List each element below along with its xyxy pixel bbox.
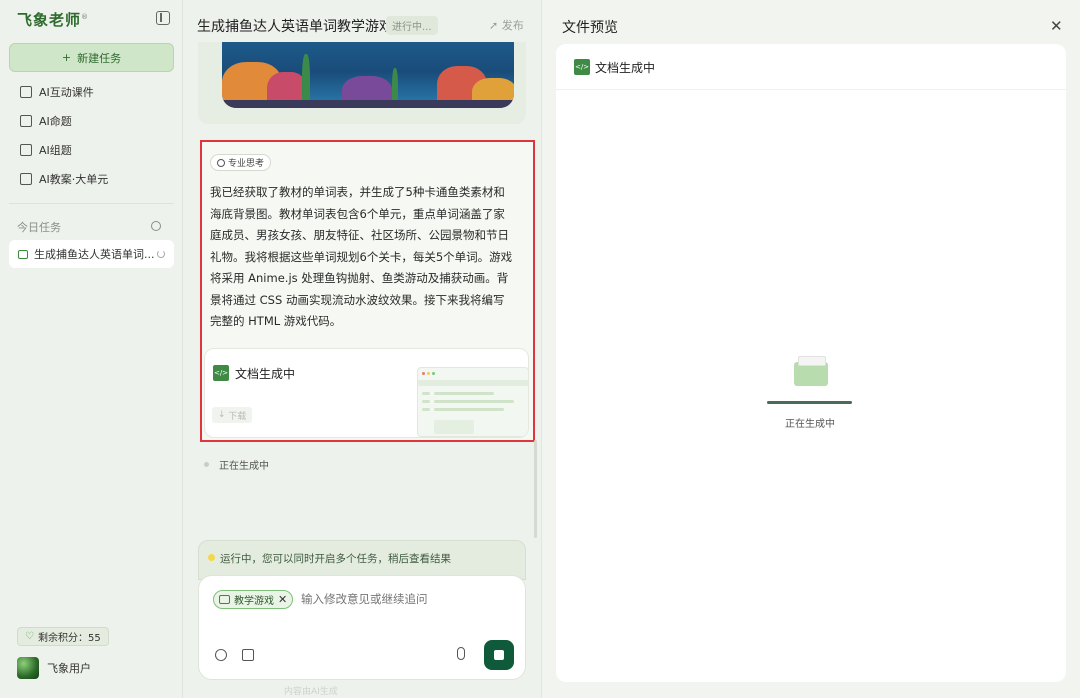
image-upload-icon[interactable] xyxy=(242,649,254,661)
nav-item-ai-question[interactable]: AI命题 xyxy=(20,112,72,130)
preview-header: </> 文档生成中 xyxy=(556,44,1066,90)
nav-item-ai-lesson-plan[interactable]: AI教案·大单元 xyxy=(20,170,108,188)
image-icon xyxy=(20,144,32,156)
download-icon: ↓ xyxy=(218,410,229,420)
chat-icon xyxy=(18,249,28,259)
game-tag-chip[interactable]: 教学游戏 ✕ xyxy=(213,590,294,609)
gamepad-icon xyxy=(219,595,230,604)
chat-panel: 生成捕鱼达人英语单词教学游戏 进行中... ➚ 发布 专业思考 我已经获取了教材… xyxy=(184,0,540,698)
code-file-icon: </> xyxy=(213,365,229,381)
remove-tag-icon[interactable]: ✕ xyxy=(278,593,287,606)
document-card-title: 文档生成中 xyxy=(235,367,296,381)
publish-button[interactable]: ➚ 发布 xyxy=(489,17,524,33)
avatar xyxy=(17,657,39,679)
preview-card: </> 文档生成中 正在生成中 xyxy=(556,44,1066,682)
task-item-label: 生成捕鱼达人英语单词... xyxy=(34,248,155,261)
running-banner: 运行中，您可以同时开启多个任务，稍后查看结果 xyxy=(198,540,526,580)
sidebar: 飞象老师® + 新建任务 AI互动课件 AI命题 AI组题 AI教案·大单元 今… xyxy=(0,0,183,698)
download-button[interactable]: ↓ 下载 xyxy=(212,407,253,423)
brand-logo: 飞象老师® xyxy=(17,11,90,29)
list-icon xyxy=(20,115,32,127)
search-icon[interactable] xyxy=(151,221,161,231)
close-icon[interactable]: ✕ xyxy=(1050,17,1063,35)
preview-title: 文件预览 xyxy=(562,20,618,36)
plus-icon: + xyxy=(61,51,72,64)
folder-icon xyxy=(794,356,828,386)
collapse-sidebar-icon[interactable] xyxy=(156,11,170,25)
preview-doc-title: 文档生成中 xyxy=(595,61,656,75)
ai-disclaimer: 内容由AI生成 xyxy=(284,687,338,697)
nav-item-ai-compose[interactable]: AI组题 xyxy=(20,141,72,159)
credits-badge: ♡ 剩余积分：55 xyxy=(17,627,109,646)
pro-thinking-badge: 专业思考 xyxy=(210,154,272,171)
user-profile[interactable]: 飞象用户 xyxy=(17,657,91,679)
stop-button[interactable] xyxy=(484,640,514,670)
document-card[interactable]: </> 文档生成中 ↓ 下载 xyxy=(204,348,529,438)
user-name: 飞象用户 xyxy=(47,662,91,675)
today-tasks-label: 今日任务 xyxy=(17,221,61,234)
send-icon: ➚ xyxy=(489,19,499,32)
new-task-label: 新建任务 xyxy=(77,51,122,65)
ocean-background-image[interactable] xyxy=(222,42,514,108)
document-thumbnail xyxy=(417,367,528,437)
message-input[interactable] xyxy=(301,592,501,606)
task-item-current[interactable]: 生成捕鱼达人英语单词... xyxy=(9,240,174,268)
file-preview-panel: 文件预览 ✕ </> 文档生成中 正在生成中 xyxy=(541,0,1080,698)
task-title: 生成捕鱼达人英语单词教学游戏 xyxy=(197,19,393,35)
reasoning-message-highlight: 专业思考 我已经获取了教材的单词表，并生成了5种卡通鱼类素材和海底背景图。教材单… xyxy=(200,140,535,442)
loading-icon xyxy=(157,250,165,258)
running-dot-icon xyxy=(208,554,215,561)
divider xyxy=(9,203,174,204)
stop-icon xyxy=(494,650,504,660)
paperclip-icon[interactable] xyxy=(212,646,230,664)
message-composer: 教学游戏 ✕ xyxy=(198,575,526,680)
credits-icon: ♡ xyxy=(25,631,34,642)
preview-status: 正在生成中 xyxy=(785,419,835,430)
status-dot-icon xyxy=(204,462,209,467)
generating-status: 正在生成中 xyxy=(204,457,269,472)
status-badge: 进行中... xyxy=(386,16,438,35)
book-icon xyxy=(20,173,32,185)
play-icon xyxy=(20,86,32,98)
microphone-icon[interactable] xyxy=(457,647,465,660)
generation-progress-bar xyxy=(767,401,852,404)
chat-scrollbar[interactable] xyxy=(534,440,537,538)
code-file-icon: </> xyxy=(574,59,590,75)
lightbulb-icon xyxy=(217,158,225,167)
new-task-button[interactable]: + 新建任务 xyxy=(9,43,174,72)
reasoning-text: 我已经获取了教材的单词表，并生成了5种卡通鱼类素材和海底背景图。教材单词表包含6… xyxy=(210,185,513,328)
nav-item-ai-courseware[interactable]: AI互动课件 xyxy=(20,83,94,101)
